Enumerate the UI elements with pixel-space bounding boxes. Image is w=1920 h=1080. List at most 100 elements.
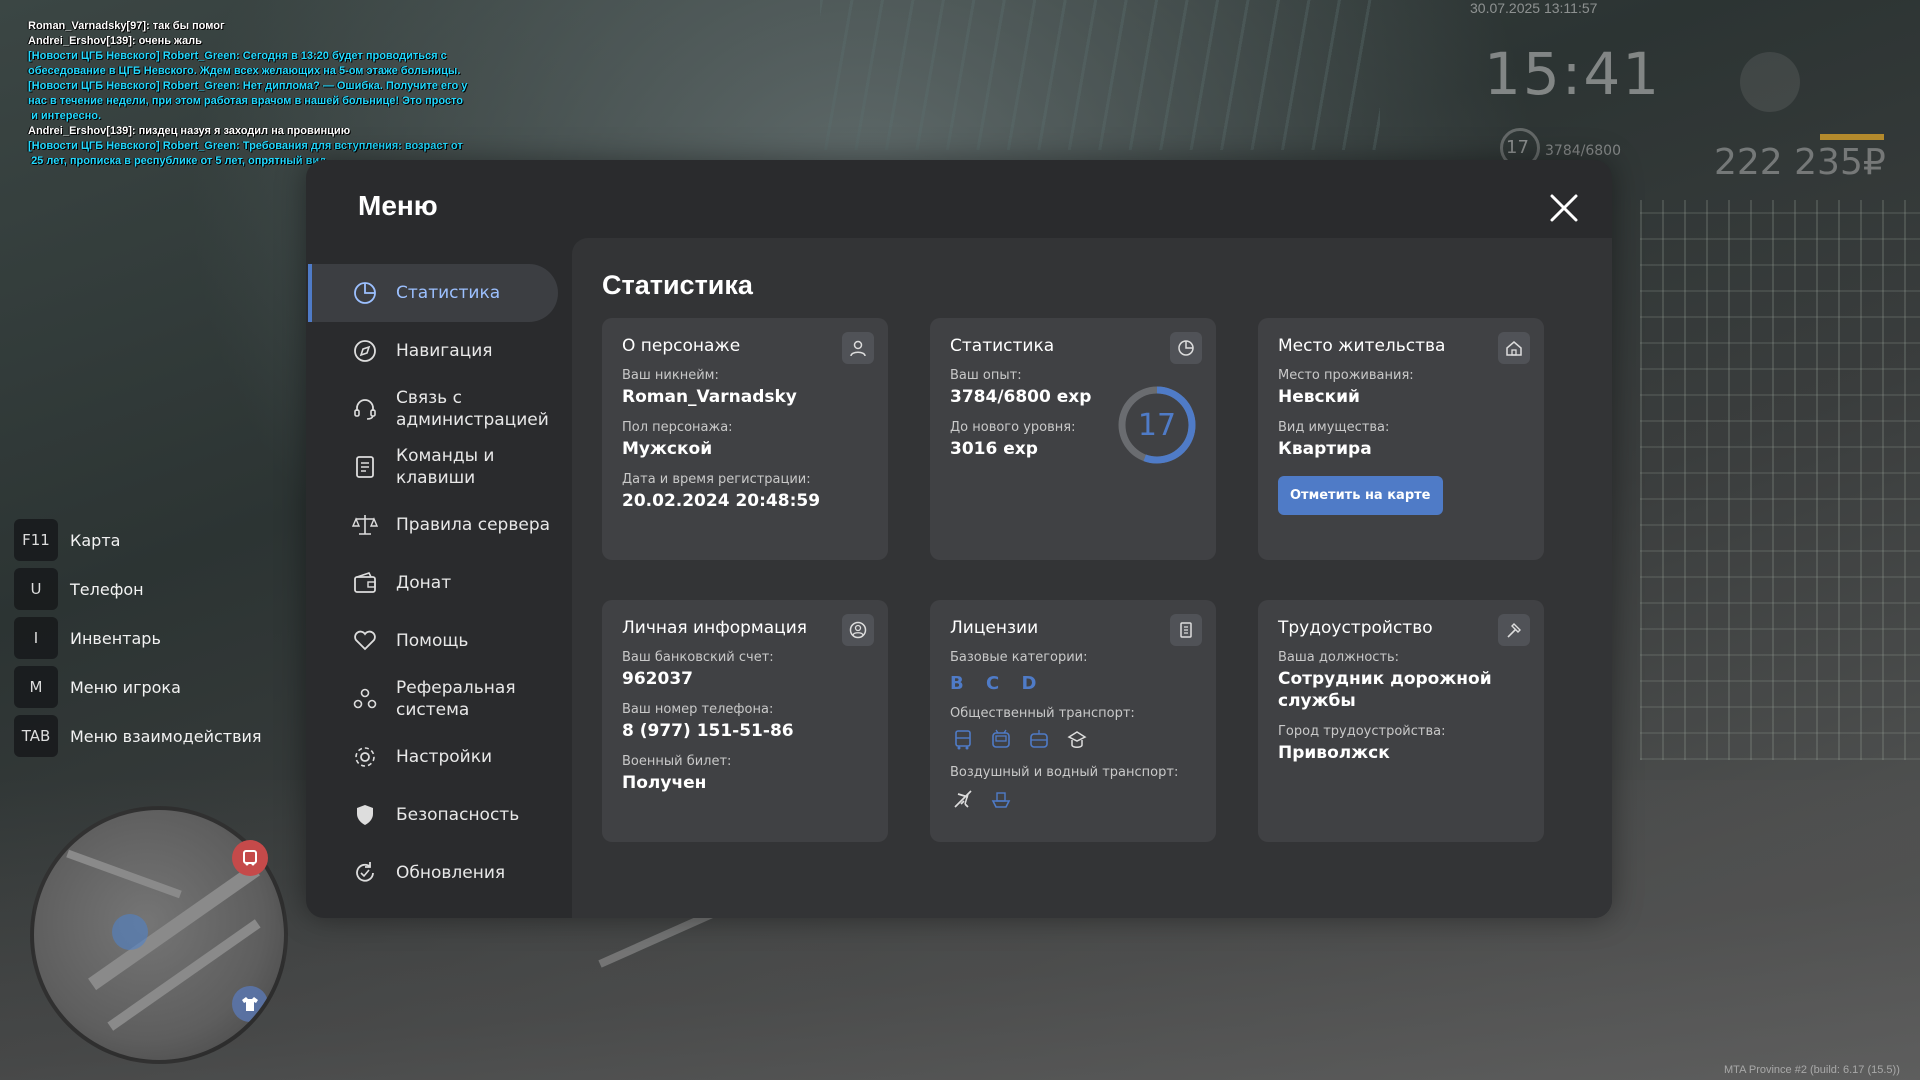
card-licenses: Лицензии Базовые категории: B C D Общест… [930,600,1216,842]
sidebar-item-navigation[interactable]: Навигация [308,322,558,380]
sidebar-item-commands[interactable]: Команды и клавиши [308,438,558,496]
sidebar-item-label: Связь с администрацией [396,388,549,430]
hotkey-interaction-menu[interactable]: TAB Меню взаимодействия [14,714,262,758]
card-residence: Место жительства Место проживания: Невск… [1258,318,1544,560]
property-type-value: Квартира [1278,439,1372,459]
sidebar-item-security[interactable]: Безопасность [308,786,558,844]
public-transport-icons [950,727,1196,753]
phone-label: Ваш номер телефона: [622,702,774,717]
chat-line: [Новости ЦГБ Невского] Robert_Green: Нет… [28,80,468,122]
gender-value: Мужской [622,439,713,459]
hotkey-label: Меню игрока [70,677,181,697]
registration-label: Дата и время регистрации: [622,472,811,487]
military-id-label: Военный билет: [622,754,732,769]
bus-marker-icon [232,840,268,876]
refresh-icon [356,862,374,882]
scales-icon [352,515,378,535]
sidebar-item-help[interactable]: Помощь [308,612,558,670]
registration-value: 20.02.2024 20:48:59 [622,491,821,511]
sidebar-item-contact-admin[interactable]: Связь с администрацией [308,380,558,438]
hotkey-inventory[interactable]: I Инвентарь [14,616,262,660]
hotkey-map[interactable]: F11 Карта [14,518,262,562]
tram-icon [1026,727,1052,753]
document-icon [356,456,374,478]
sidebar-item-label: Донат [396,573,452,593]
sidebar-item-label: Безопасность [396,805,520,825]
pie-chart-icon [1170,332,1202,364]
compass-icon [354,340,376,362]
airplane-icon [950,786,976,812]
nickname-value: Roman_Varnadsky [622,387,797,407]
air-water-transport-label: Воздушный и водный транспорт: [950,765,1179,780]
shield-icon [357,805,373,825]
sidebar-item-server-rules[interactable]: Правила сервера [308,496,558,554]
card-character: О персонаже Ваш никнейм: Roman_Varnadsky… [602,318,888,560]
headset-icon [354,399,376,420]
card-title: Место жительства [1278,336,1446,356]
exp-label: Ваш опыт: [950,368,1022,383]
pie-chart-icon [354,282,376,304]
hotkey-key: U [14,568,58,610]
sidebar-item-label: Реферальная система [396,678,516,720]
sidebar-item-referral[interactable]: Реферальная система [308,670,558,728]
gender-label: Пол персонажа: [622,420,733,435]
gear-icon [355,747,375,767]
phone-value: 8 (977) 151-51-86 [622,721,794,741]
hotkey-phone[interactable]: U Телефон [14,567,262,611]
content-panel: Статистика О персонаже Ваш никнейм: Roma… [572,238,1612,918]
user-circle-icon [842,614,874,646]
card-stats: Статистика Ваш опыт: 3784/6800 exp До но… [930,318,1216,560]
shirt-icon [232,986,268,1022]
chat-line: Andrei_Ershov[139]: очень жаль [28,35,202,47]
hotkey-label: Меню взаимодействия [70,726,262,746]
sidebar-item-statistics[interactable]: Статистика [308,264,558,322]
sidebar-item-label: Помощь [396,631,469,651]
wallet-icon [354,572,376,593]
position-label: Ваша должность: [1278,650,1400,665]
hammer-icon [1498,614,1530,646]
hud-exp: 3784/6800 [1545,143,1621,159]
hud-datetime: 30.07.2025 13:11:57 [1470,0,1598,16]
air-water-transport-icons [950,786,1196,812]
sidebar-item-updates[interactable]: Обновления [308,844,558,902]
chat-line: Roman_Varnadsky[97]: так бы помог [28,20,225,32]
property-type-label: Вид имущества: [1278,420,1390,435]
mark-on-map-button[interactable]: Отметить на карте [1278,476,1443,515]
bank-account-value: 962037 [622,669,693,689]
hud-clock: 15:41 [1484,40,1662,108]
trolleybus-icon [988,727,1014,753]
card-title: О персонаже [622,336,741,356]
sidebar-item-label: Настройки [396,747,493,767]
chat-line: [Новости ЦГБ Невского] Robert_Green: Сег… [28,50,461,77]
card-employment: Трудоустройство Ваша должность: Сотрудни… [1258,600,1544,842]
residence-place-label: Место проживания: [1278,368,1414,383]
content-title: Статистика [602,270,753,300]
base-categories-label: Базовые категории: [950,650,1088,665]
sidebar-item-label: Команды и клавиши [396,446,495,488]
hotkey-player-menu[interactable]: M Меню игрока [14,665,262,709]
sidebar-item-settings[interactable]: Настройки [308,728,558,786]
work-city-label: Город трудоустройства: [1278,724,1446,739]
military-id-value: Получен [622,773,707,793]
position-value: Сотрудник дорожной службы [1278,669,1492,711]
bank-account-label: Ваш банковский счет: [622,650,774,665]
chat-log: Roman_Varnadsky[97]: так бы помог Andrei… [28,19,508,169]
sidebar-item-label: Навигация [396,341,493,361]
fist-icon [1740,52,1800,112]
boat-icon [988,786,1014,812]
build-info: MTA Province #2 (build: 6.17 (15.5)) [1724,1064,1900,1076]
sidebar-item-donate[interactable]: Донат [308,554,558,612]
close-icon[interactable] [1546,190,1582,226]
player-marker-icon [112,914,148,950]
residence-place-value: Невский [1278,387,1360,407]
bus-icon [950,727,976,753]
license-icon [1170,614,1202,646]
card-title: Лицензии [950,618,1039,638]
people-icon [353,688,377,709]
sidebar-item-label: Правила сервера [396,515,551,535]
work-city-value: Приволжск [1278,743,1390,763]
hud-level: 17 [1506,137,1529,158]
menu-title: Меню [358,190,438,221]
background-cranes [820,0,1380,150]
card-title: Трудоустройство [1278,618,1433,638]
